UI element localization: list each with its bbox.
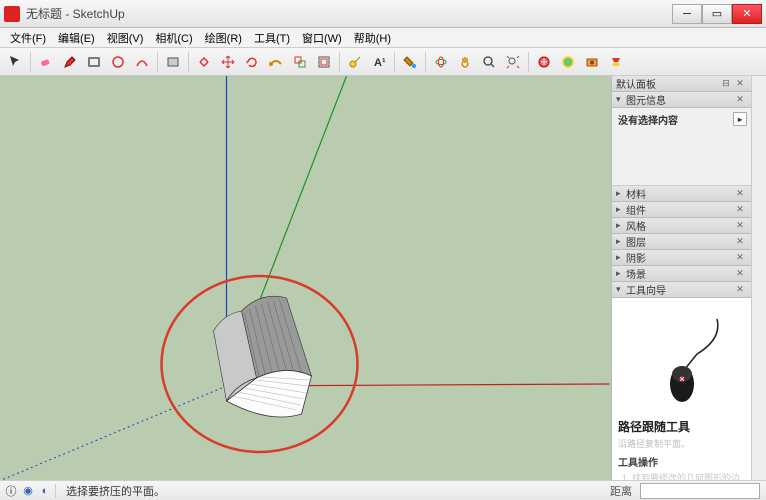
separator <box>394 52 395 72</box>
model-object <box>214 296 312 417</box>
panel-components[interactable]: ▸组件✕ <box>612 202 751 218</box>
panel-shadows[interactable]: ▸阴影✕ <box>612 250 751 266</box>
entity-info-body: 没有选择内容 ▸ <box>612 108 751 131</box>
menu-view[interactable]: 视图(V) <box>101 28 150 48</box>
entity-info-header[interactable]: ▾ 图元信息 ✕ <box>612 92 751 108</box>
pan-tool[interactable] <box>454 51 476 73</box>
rotate-tool[interactable] <box>241 51 263 73</box>
toolbar: A¹ <box>0 48 766 76</box>
pushpull-tool[interactable] <box>193 51 215 73</box>
instructor-sub: 沿路径复制平面。 <box>618 437 745 450</box>
side-panel: 默认面板 ⊟ ✕ ▾ 图元信息 ✕ 没有选择内容 ▸ ▸材料✕ ▸组件✕ ▸风格… <box>611 76 766 480</box>
status-hint: 选择要挤压的平面。 <box>60 483 602 499</box>
entity-info-msg: 没有选择内容 <box>618 116 678 127</box>
status-bar: ⓘ ◉ ◐ 选择要挤压的平面。 距离 <box>0 480 766 500</box>
separator <box>425 52 426 72</box>
close-button[interactable]: ✕ <box>732 4 762 24</box>
move-tool[interactable] <box>217 51 239 73</box>
addloc-tool[interactable] <box>557 51 579 73</box>
panel-materials[interactable]: ▸材料✕ <box>612 186 751 202</box>
menu-tools[interactable]: 工具(T) <box>248 28 296 48</box>
separator <box>55 484 56 498</box>
menu-help[interactable]: 帮助(H) <box>348 28 397 48</box>
offset-tool[interactable] <box>313 51 335 73</box>
title-bar: 无标题 - SketchUp ─ ▭ ✕ <box>0 0 766 28</box>
window-controls: ─ ▭ ✕ <box>672 4 762 24</box>
menu-file[interactable]: 文件(F) <box>4 28 52 48</box>
rect-tool[interactable] <box>83 51 105 73</box>
arc-tool[interactable] <box>131 51 153 73</box>
separator <box>157 52 158 72</box>
main-area: 默认面板 ⊟ ✕ ▾ 图元信息 ✕ 没有选择内容 ▸ ▸材料✕ ▸组件✕ ▸风格… <box>0 76 766 480</box>
zoom-extents-tool[interactable] <box>502 51 524 73</box>
circle-tool[interactable] <box>107 51 129 73</box>
separator <box>30 52 31 72</box>
warn-icon[interactable]: ◐ <box>38 484 52 498</box>
measurement-label: 距离 <box>602 483 640 499</box>
panel-close-icon[interactable]: ✕ <box>733 93 747 107</box>
separator <box>528 52 529 72</box>
zoom-tool[interactable] <box>478 51 500 73</box>
user-icon[interactable]: ◉ <box>21 484 35 498</box>
instructor-ops-title: 工具操作 <box>618 454 745 469</box>
3dw-tool[interactable] <box>605 51 627 73</box>
tray-pin-icon[interactable]: ⊟ <box>719 77 733 91</box>
paint-tool[interactable] <box>399 51 421 73</box>
menu-window[interactable]: 窗口(W) <box>296 28 348 48</box>
eraser-tool[interactable] <box>35 51 57 73</box>
tray-header[interactable]: 默认面板 ⊟ ✕ <box>612 76 751 92</box>
tray-close-icon[interactable]: ✕ <box>733 77 747 91</box>
instructor-ops-list: 找到要修改的几何图形的边线，此边线就是路径。 绘制一个垂直于路径的平面。 点击"… <box>618 473 745 480</box>
separator <box>339 52 340 72</box>
status-icons: ⓘ ◉ ◐ <box>0 484 60 498</box>
panel-scenes[interactable]: ▸场景✕ <box>612 266 751 282</box>
tray-title: 默认面板 <box>616 76 719 91</box>
menu-bar: 文件(F) 编辑(E) 视图(V) 相机(C) 绘图(R) 工具(T) 窗口(W… <box>0 28 766 48</box>
flyout-button[interactable]: ▸ <box>733 112 747 126</box>
panel-styles[interactable]: ▸风格✕ <box>612 218 751 234</box>
tape-tool[interactable] <box>344 51 366 73</box>
text-tool[interactable]: A¹ <box>368 51 390 73</box>
window-title: 无标题 - SketchUp <box>26 5 672 22</box>
blue-axis-neg <box>2 386 227 480</box>
info-icon[interactable]: ⓘ <box>4 484 18 498</box>
maximize-button[interactable]: ▭ <box>702 4 732 24</box>
app-icon <box>4 6 20 22</box>
side-scrollbar[interactable] <box>751 76 766 480</box>
pencil-tool[interactable] <box>59 51 81 73</box>
instructor-graphic <box>618 304 745 414</box>
panel-instructor[interactable]: ▾工具向导✕ <box>612 282 751 298</box>
separator <box>188 52 189 72</box>
section-tool[interactable] <box>533 51 555 73</box>
orbit-tool[interactable] <box>430 51 452 73</box>
select-tool[interactable] <box>4 51 26 73</box>
panel-gap <box>612 131 751 186</box>
instructor-step: 找到要修改的几何图形的边线，此边线就是路径。 <box>632 473 745 480</box>
minimize-button[interactable]: ─ <box>672 4 702 24</box>
followme-tool[interactable] <box>265 51 287 73</box>
menu-camera[interactable]: 相机(C) <box>149 28 198 48</box>
scale-tool[interactable] <box>289 51 311 73</box>
photo-tool[interactable] <box>581 51 603 73</box>
menu-edit[interactable]: 编辑(E) <box>52 28 101 48</box>
menu-draw[interactable]: 绘图(R) <box>199 28 248 48</box>
panel-layers[interactable]: ▸图层✕ <box>612 234 751 250</box>
collapse-icon: ▾ <box>616 94 626 105</box>
instructor-body: 路径跟随工具 沿路径复制平面。 工具操作 找到要修改的几何图形的边线，此边线就是… <box>612 298 751 480</box>
measurement-input[interactable] <box>640 483 760 499</box>
viewport-3d[interactable] <box>0 76 611 480</box>
instructor-title: 路径跟随工具 <box>618 418 745 435</box>
surface-tool[interactable] <box>162 51 184 73</box>
svg-text:A¹: A¹ <box>374 57 386 69</box>
